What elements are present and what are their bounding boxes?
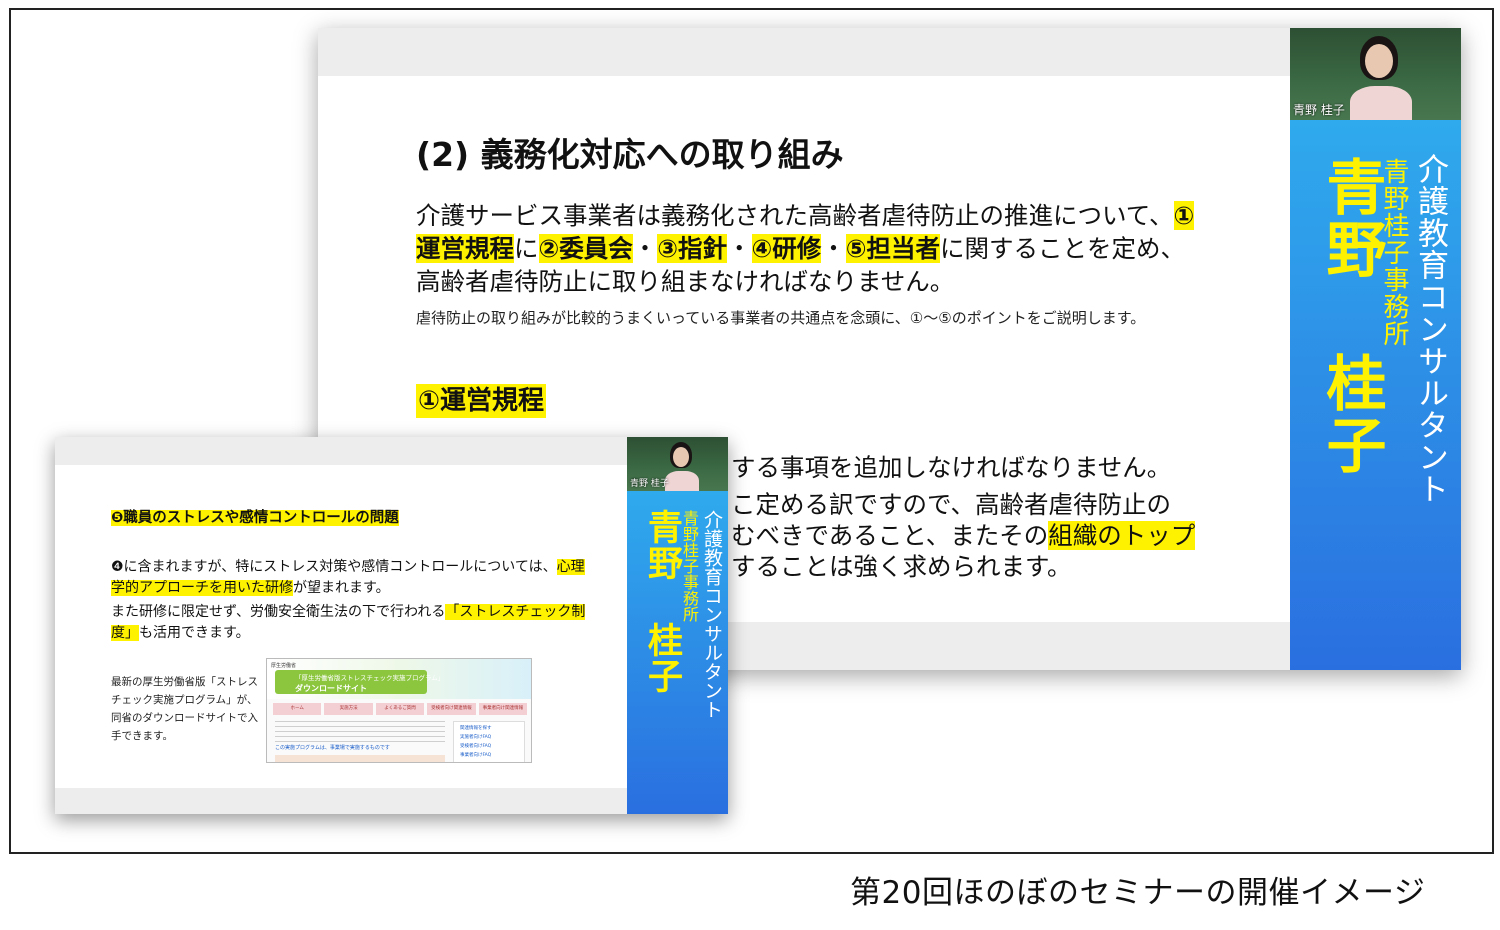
point-2: ②委員会 [538,234,633,263]
small-heading-text: ❺職員のストレスや感情コントロールの問題 [111,510,399,526]
presenter-video-small[interactable]: 青野 桂子 [627,437,728,491]
person-body [1350,86,1412,120]
website-nav-item: 受検者向け関連情報 [427,703,476,715]
tail-line: むべきであること、またその組織のトップ [731,520,1201,551]
text: また研修に限定せず、労働安全衛生法の下で行われる [111,604,446,620]
website-side-link: 関連情報を探す [460,726,492,731]
website-side-box: 関連情報を探す 実施者向けFAQ 受検者向けFAQ 事業者向けFAQ [453,721,525,762]
presenter-sidebar: 青野 桂子 介護教育コンサルタント 青野桂子事務所 青野 桂子 [1290,28,1461,670]
slide-top-bar [318,28,1290,76]
highlight-top: 組織のトップ [1048,521,1196,550]
point-3: ③指針 [657,234,727,263]
website-banner-line2: ダウンロードサイト [295,684,367,693]
text: ❹に含まれますが、特にストレス対策や感情コントロールについては、 [111,559,557,575]
website-logo: 厚生労働省 [271,663,297,669]
presenter-video[interactable]: 青野 桂子 [1290,28,1461,120]
person-body [665,471,699,491]
website-link: この実施プログラムは、事業場で実施するものです [275,745,390,751]
person-face [673,447,689,467]
text: が望まれます。 [293,580,390,596]
presenter-name-vertical: 青野 桂子 [1316,156,1386,476]
point-4: ④研修 [751,234,822,263]
tail-line: する事項を追加しなければなりません。 [731,453,1172,482]
body-text: 介護サービス事業者は義務化された高齢者虐待防止の推進について、 [416,201,1174,230]
website-side-link: 受検者向けFAQ [460,744,492,749]
small-paragraph-3: 最新の厚生労働省版「ストレスチェック実施プログラム」が、同省のダウンロードサイト… [111,676,258,742]
text: も活用できます。 [139,625,250,641]
tail-text: むべきであること、またその [731,521,1049,550]
website-footer-bar [275,755,445,762]
body-text: に [514,234,539,263]
separator: ・ [632,234,658,263]
image-caption: 第20回ほのぼのセミナーの開催イメージ [850,875,1426,911]
small-paragraph-1: ❹に含まれますが、特にストレス対策や感情コントロールについては、心理学的アプロー… [111,557,591,599]
section-heading-text: ①運営規程 [416,384,547,418]
slide-body-text: 介護サービス事業者は義務化された高齢者虐待防止の推進について、①運営規程に②委員… [416,199,1196,298]
slide-note: 虐待防止の取り組みが比較的うまくいっている事業者の共通点を念頭に、①～⑤のポイン… [416,309,1146,327]
presenter-name-vertical: 青野 桂子 [642,509,682,694]
website-banner-line1: 「厚生労働省版ストレスチェック実施プログラム」 [295,674,445,682]
slide-title: (2) 義務化対応への取り組み [416,135,844,174]
website-side-link: 実施者向けFAQ [460,735,492,740]
small-slide-heading: ❺職員のストレスや感情コントロールの問題 [111,506,399,527]
presenter-sidebar-small: 青野 桂子 介護教育コンサルタント 青野桂子事務所 青野 桂子 [627,437,728,814]
slide-bottom-bar [55,788,627,814]
section-heading: ①運営規程 [416,380,547,418]
website-nav-item: 実施方法 [324,703,373,715]
website-nav-item: 事業者向け関連情報 [478,703,528,715]
camera-name-label: 青野 桂子 [1293,103,1345,117]
presenter-title-vertical: 介護教育コンサルタント [701,510,723,719]
camera-name-label: 青野 桂子 [630,479,669,489]
slide-tail-text: する事項を追加しなければなりません。 こ定める訳ですので、高齢者虐待防止の むべ… [731,452,1201,582]
website-nav-item: ホーム [273,703,322,715]
point-5: ⑤担当者 [845,234,940,263]
website-nav-item: よくあるご質問 [375,703,425,715]
separator: ・ [821,234,846,263]
slide-top-bar [55,437,627,465]
website-body-text [275,721,445,745]
tail-line: こ定める訳ですので、高齢者虐待防止の [731,490,1172,519]
separator: ・ [727,234,752,263]
website-screenshot: 厚生労働省 「厚生労働省版ストレスチェック実施プログラム」 ダウンロードサイト … [266,658,532,763]
presenter-title-vertical: 介護教育コンサルタント [1412,153,1448,505]
small-paragraph-2: また研修に限定せず、労働安全衛生法の下で行われる「ストレスチェック制度」も活用で… [111,602,591,644]
person-face [1365,44,1393,78]
tail-line: することは強く求められます。 [731,552,1072,581]
secondary-slide: ❺職員のストレスや感情コントロールの問題 ❹に含まれますが、特にストレス対策や感… [55,437,728,814]
website-side-link: 事業者向けFAQ [460,753,492,758]
website-nav: ホーム 実施方法 よくあるご質問 受検者向け関連情報 事業者向け関連情報 [273,703,528,715]
